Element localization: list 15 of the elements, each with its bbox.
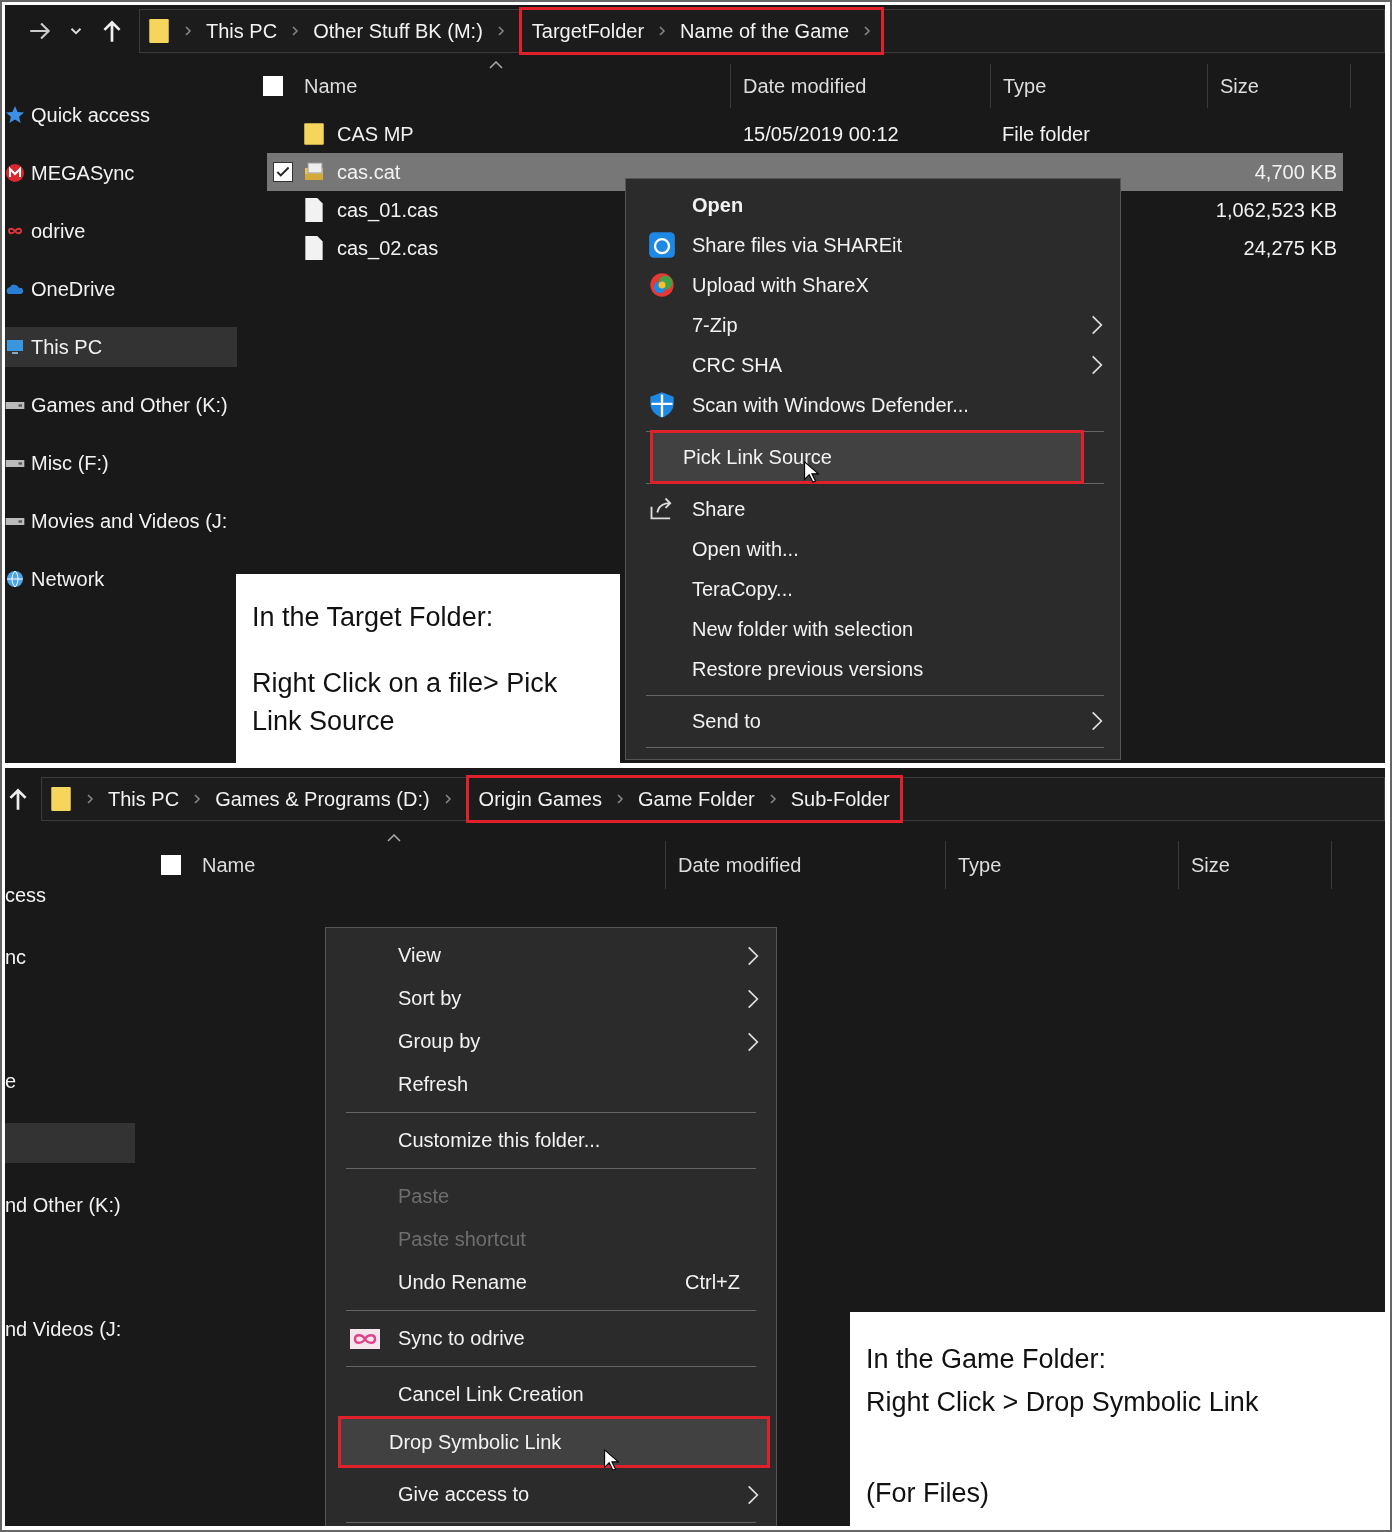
size-cell: 24,275 KB bbox=[1243, 236, 1337, 260]
annotation-text: Right Click on a file> Pick Link Source bbox=[252, 667, 559, 738]
file-name: cas_02.cas bbox=[337, 236, 439, 260]
type-cell: File folder bbox=[1002, 122, 1090, 146]
size-cell: 1,062,523 KB bbox=[1215, 198, 1337, 222]
annotation-text: Right Click > Drop Symbolic Link bbox=[866, 1386, 1260, 1419]
annotation-text: In the Game Folder: bbox=[866, 1343, 1108, 1376]
file-name: cas.cat bbox=[337, 160, 401, 184]
annotation-text: In the Target Folder: bbox=[252, 601, 495, 634]
size-cell: 4,700 KB bbox=[1254, 160, 1337, 184]
annotation-text: (For Files) bbox=[866, 1477, 990, 1510]
file-name: cas_01.cas bbox=[337, 198, 439, 222]
file-name: CAS MP bbox=[337, 122, 414, 146]
date-cell: 15/05/2019 00:12 bbox=[743, 122, 899, 146]
shortcut-label: Ctrl+Z bbox=[685, 1271, 740, 1294]
